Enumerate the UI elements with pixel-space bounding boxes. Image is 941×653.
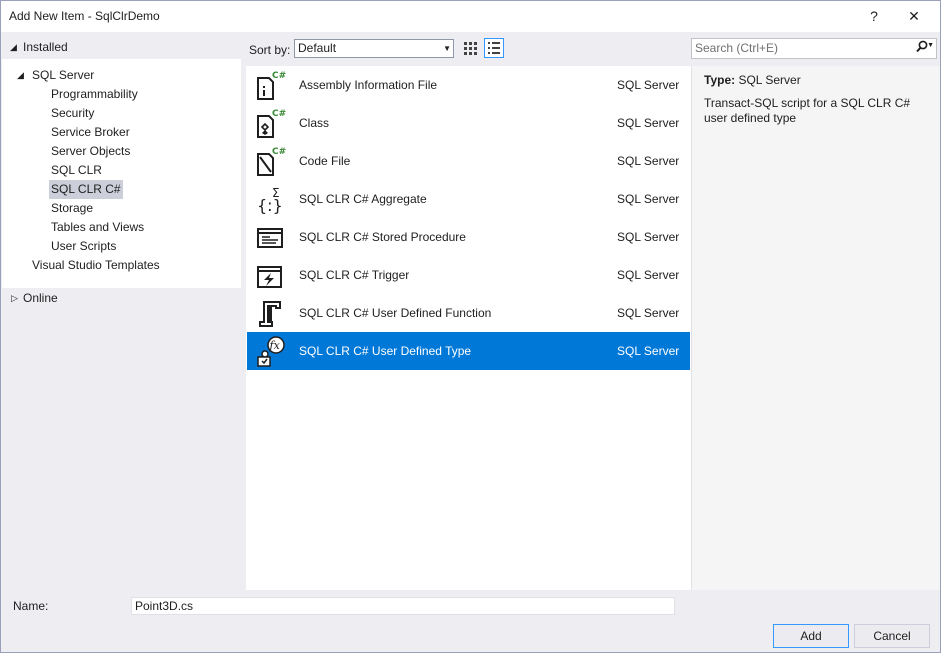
tree-node-sql-server[interactable]: SQL Server — [30, 66, 96, 85]
svg-text:C#: C# — [272, 147, 286, 157]
help-button[interactable]: ? — [854, 1, 894, 32]
tree-node-programmability[interactable]: Programmability — [49, 85, 140, 104]
template-categories-panel: ◢ Installed ◢ SQL Server Programmability… — [2, 33, 241, 588]
svg-text:C#: C# — [272, 109, 286, 119]
item-name: SQL CLR C# Trigger — [299, 268, 410, 282]
title-bar: Add New Item - SqlClrDemo ? ✕ — [1, 1, 940, 32]
list-item-sql-clr-stored-procedure[interactable]: SQL CLR C# Stored Procedure SQL Server — [247, 218, 690, 256]
user-defined-type-icon: fx — [257, 336, 285, 367]
list-view-icon — [488, 42, 500, 54]
svg-text:fx: fx — [269, 339, 281, 352]
list-item-class[interactable]: C# Class SQL Server — [247, 104, 690, 142]
template-description: Transact-SQL script for a SQL CLR C# use… — [704, 96, 911, 125]
tree-node-sql-clr-csharp[interactable]: SQL CLR C# — [49, 180, 123, 199]
user-defined-function-icon — [259, 301, 281, 327]
sort-by-value: Default — [298, 41, 337, 55]
add-new-item-dialog: Add New Item - SqlClrDemo ? ✕ ◢ Installe… — [0, 0, 941, 653]
online-label: Online — [23, 291, 58, 305]
installed-header[interactable]: ◢ Installed — [2, 36, 241, 58]
list-item-sql-clr-trigger[interactable]: SQL CLR C# Trigger SQL Server — [247, 256, 690, 294]
template-list: C# Assembly Information File SQL Server … — [246, 66, 691, 590]
online-header[interactable]: ▷ Online — [2, 287, 241, 309]
item-name: SQL CLR C# Stored Procedure — [299, 230, 466, 244]
search-box: ▼ — [691, 38, 937, 59]
item-category: SQL Server — [617, 268, 680, 282]
window-title: Add New Item - SqlClrDemo — [9, 9, 160, 23]
item-name: SQL CLR C# User Defined Function — [299, 306, 492, 320]
sort-by-dropdown[interactable]: Default ▼ — [294, 39, 454, 58]
list-item-sql-clr-user-defined-function[interactable]: SQL CLR C# User Defined Function SQL Ser… — [247, 294, 690, 332]
installed-tree: ◢ SQL Server Programmability Security Se… — [2, 59, 241, 288]
close-button[interactable]: ✕ — [894, 1, 934, 32]
item-category: SQL Server — [617, 192, 680, 206]
item-name: Assembly Information File — [299, 78, 438, 92]
list-item-assembly-information-file[interactable]: C# Assembly Information File SQL Server — [247, 66, 690, 104]
search-options-arrow-icon[interactable]: ▼ — [927, 42, 934, 49]
name-label: Name: — [13, 599, 49, 613]
list-item-sql-clr-user-defined-type[interactable]: fx SQL CLR C# User Defined Type SQL Serv… — [247, 332, 690, 370]
item-category: SQL Server — [617, 344, 680, 358]
class-icon: C# — [257, 109, 286, 138]
type-line: Type: SQL Server — [704, 73, 801, 87]
trigger-icon — [257, 266, 282, 288]
type-label: Type: — [704, 73, 736, 87]
list-item-code-file[interactable]: C# Code File SQL Server — [247, 142, 690, 180]
svg-text:C#: C# — [272, 71, 286, 81]
add-button[interactable]: Add — [773, 624, 849, 648]
item-category: SQL Server — [617, 154, 680, 168]
tree-node-storage[interactable]: Storage — [49, 199, 95, 218]
item-category: SQL Server — [617, 78, 680, 92]
item-name: Class — [299, 116, 330, 130]
item-name: Code File — [299, 154, 351, 168]
list-item-sql-clr-aggregate[interactable]: {:} Σ SQL CLR C# Aggregate SQL Server — [247, 180, 690, 218]
item-name: SQL CLR C# User Defined Type — [299, 344, 472, 358]
small-icons-view-button[interactable] — [460, 38, 480, 58]
item-category: SQL Server — [617, 230, 680, 244]
dropdown-arrow-icon: ▼ — [443, 44, 451, 53]
tree-node-visual-studio-templates[interactable]: Visual Studio Templates — [30, 256, 162, 275]
code-file-icon: C# — [257, 147, 286, 176]
expanded-caret-icon: ◢ — [10, 42, 17, 52]
sort-by-label: Sort by: — [249, 43, 291, 57]
collapsed-caret-icon: ▷ — [11, 293, 18, 303]
tree-node-sql-clr[interactable]: SQL CLR — [49, 161, 104, 180]
cancel-button[interactable]: Cancel — [854, 624, 930, 648]
search-input[interactable] — [695, 40, 900, 56]
name-field[interactable] — [131, 597, 675, 615]
installed-label: Installed — [23, 40, 68, 54]
assembly-info-file-icon: C# — [257, 71, 286, 100]
details-panel: Type: SQL Server Transact-SQL script for… — [691, 66, 940, 590]
type-value: SQL Server — [738, 73, 801, 87]
sql-server-caret-icon[interactable]: ◢ — [17, 70, 24, 81]
tree-node-service-broker[interactable]: Service Broker — [49, 123, 132, 142]
tree-node-user-scripts[interactable]: User Scripts — [49, 237, 118, 256]
tree-node-security[interactable]: Security — [49, 104, 96, 123]
aggregate-icon: {:} Σ — [257, 186, 283, 215]
svg-text:Σ: Σ — [272, 186, 280, 200]
tree-node-server-objects[interactable]: Server Objects — [49, 142, 132, 161]
item-category: SQL Server — [617, 306, 680, 320]
tree-node-tables-and-views[interactable]: Tables and Views — [49, 218, 146, 237]
grid-view-icon — [464, 42, 477, 55]
item-name: SQL CLR C# Aggregate — [299, 192, 427, 206]
stored-procedure-icon — [257, 228, 283, 248]
list-view-button[interactable] — [484, 38, 504, 58]
item-category: SQL Server — [617, 116, 680, 130]
